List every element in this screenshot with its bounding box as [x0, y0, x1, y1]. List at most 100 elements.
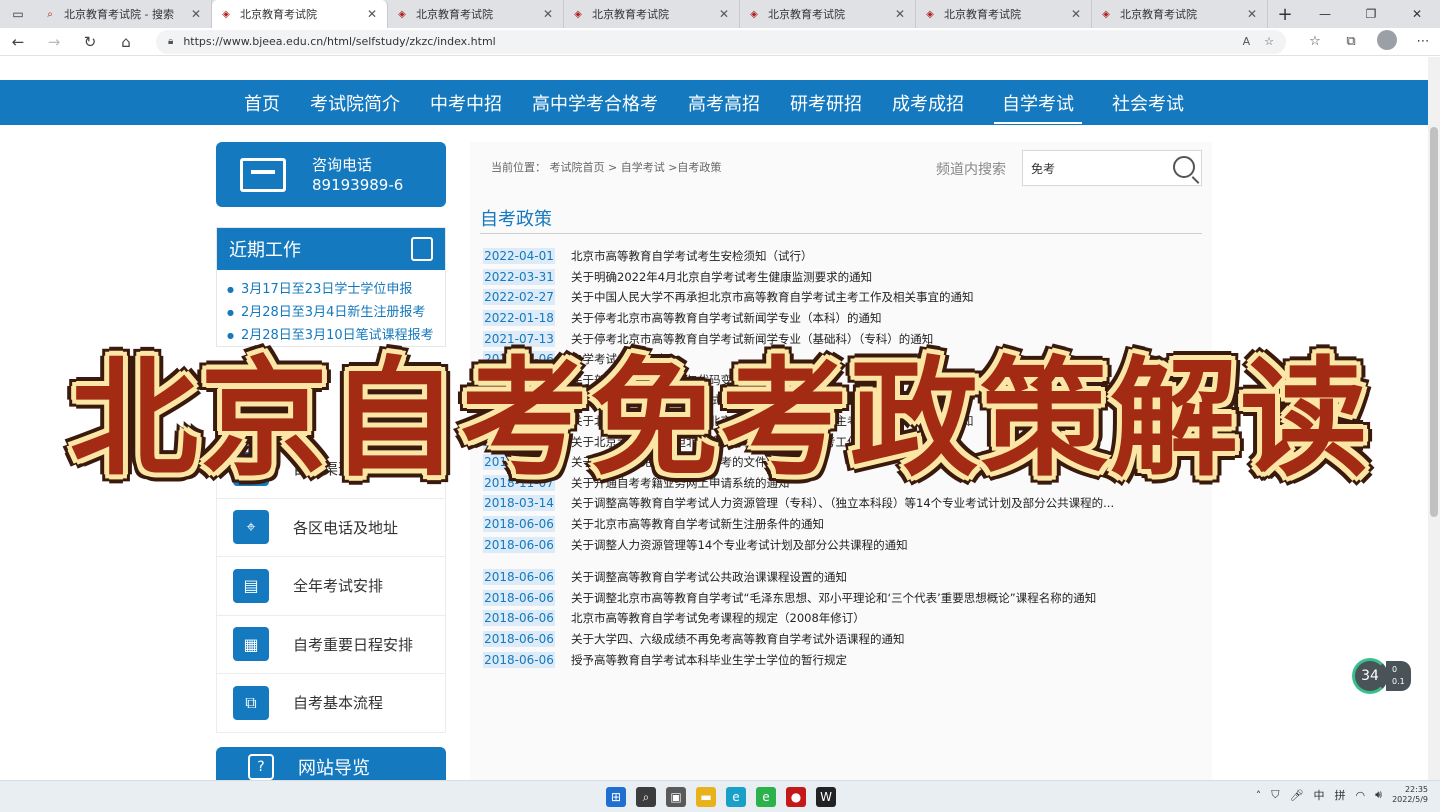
- browser-tab[interactable]: ◈ 北京教育考试院 ✕: [1092, 0, 1268, 28]
- nav-item[interactable]: 考试院简介: [310, 82, 400, 124]
- news-title-link[interactable]: 关于北京市高等教育自学考试新生注册条件的通知: [571, 516, 824, 532]
- news-row[interactable]: 2018-06-06 授予高等教育自学考试本科毕业生学士学位的暂行规定: [483, 649, 1203, 670]
- download-speed: 0.1: [1392, 677, 1405, 686]
- news-row[interactable]: 2018-06-06 关于北京市高等教育自学考试新生注册条件的通知: [483, 514, 1203, 535]
- task-view-icon[interactable]: ▣: [666, 787, 686, 807]
- tab-title: 北京教育考试院: [416, 8, 493, 21]
- news-title-link[interactable]: 授予高等教育自学考试本科毕业生学士学位的暂行规定: [571, 652, 847, 668]
- news-row[interactable]: 2022-02-27 关于中国人民大学不再承担北京市高等教育自学考试主考工作及相关…: [483, 287, 1203, 308]
- system-clock[interactable]: 22:35 2022/5/9: [1392, 785, 1428, 805]
- news-date: 2018-06-06: [483, 516, 555, 533]
- news-row[interactable]: 2018-06-06 关于大学四、六级成绩不再免考高等教育自学考试外语课程的通知: [483, 629, 1203, 650]
- nav-item[interactable]: 高考高招: [688, 82, 760, 124]
- close-tab-icon[interactable]: ✕: [189, 7, 203, 21]
- service-link[interactable]: ▦ 自考重要日程安排: [216, 615, 446, 674]
- tab-title: 北京教育考试院 - 搜索: [64, 8, 174, 21]
- close-tab-icon[interactable]: ✕: [893, 7, 907, 21]
- news-title-link[interactable]: 关于中国人民大学不再承担北京市高等教育自学考试主考工作及相关事宜的通知: [571, 289, 974, 305]
- service-label: 自考重要日程安排: [293, 635, 414, 654]
- news-row[interactable]: 2018-06-06 关于调整北京市高等教育自学考试“毛泽东思想、邓小平理论和‘三…: [483, 588, 1203, 609]
- back-icon[interactable]: ←: [0, 33, 36, 51]
- tab-actions-icon[interactable]: ▭: [0, 0, 36, 28]
- news-title-link[interactable]: 关于大学四、六级成绩不再免考高等教育自学考试外语课程的通知: [571, 631, 905, 647]
- shield-icon[interactable]: ⛉: [1271, 788, 1279, 802]
- forward-icon[interactable]: →: [36, 33, 72, 51]
- address-bar[interactable]: 🔒︎ https://www.bjeea.edu.cn/html/selfstu…: [156, 29, 1286, 54]
- news-row[interactable]: 2018-06-06 关于调整人力资源管理等14个专业考试计划及部分公共课程的通知: [483, 534, 1203, 555]
- close-tab-icon[interactable]: ✕: [717, 7, 731, 21]
- windows-start-icon[interactable]: ⊞: [606, 787, 626, 807]
- lock-icon[interactable]: 🔒︎: [168, 36, 173, 47]
- news-date: 2018-06-06: [483, 589, 555, 606]
- new-tab-button[interactable]: +: [1268, 0, 1302, 28]
- news-row[interactable]: 2022-03-31 关于明确2022年4月北京自学考试考生健康监测要求的通知: [483, 267, 1203, 288]
- news-date: 2022-02-27: [483, 289, 555, 306]
- browser-tab[interactable]: ◈ 北京教育考试院 ✕: [564, 0, 740, 28]
- nav-item[interactable]: 首页: [244, 82, 280, 124]
- news-title-link[interactable]: 北京市高等教育自学考试考生安检须知（试行）: [571, 248, 813, 264]
- wifi-icon[interactable]: ◠: [1356, 789, 1366, 802]
- close-tab-icon[interactable]: ✕: [365, 7, 379, 21]
- edge-browser-icon[interactable]: e: [726, 787, 746, 807]
- close-window-icon[interactable]: ✕: [1394, 0, 1440, 28]
- browser-tab[interactable]: ◈ 北京教育考试院 ✕: [740, 0, 916, 28]
- read-aloud-icon[interactable]: A: [1243, 35, 1251, 48]
- news-title-link[interactable]: 关于调整高等教育自学考试公共政治课课程设置的通知: [571, 569, 847, 585]
- channel-search-input[interactable]: [1031, 161, 1171, 175]
- browser-tab[interactable]: ⌕ 北京教育考试院 - 搜索 ✕: [36, 0, 212, 28]
- home-icon[interactable]: ⌂: [108, 33, 144, 51]
- more-menu-icon[interactable]: ⋯: [1412, 34, 1434, 49]
- browser-tab[interactable]: ◈ 北京教育考试院 ✕: [916, 0, 1092, 28]
- news-row[interactable]: 2018-06-06 关于调整高等教育自学考试公共政治课课程设置的通知: [483, 567, 1203, 588]
- news-title-link[interactable]: 关于调整北京市高等教育自学考试“毛泽东思想、邓小平理论和‘三个代表’重要思想概论…: [571, 590, 1096, 606]
- news-row[interactable]: 2022-04-01 北京市高等教育自学考试考生安检须知（试行）: [483, 246, 1203, 267]
- nav-item[interactable]: 自学考试: [994, 82, 1082, 124]
- close-tab-icon[interactable]: ✕: [1245, 7, 1259, 21]
- close-tab-icon[interactable]: ✕: [541, 7, 555, 21]
- mic-icon[interactable]: 🎤︎: [1290, 789, 1304, 802]
- ime-indicator[interactable]: 中: [1314, 787, 1325, 803]
- service-label: 全年考试安排: [293, 577, 384, 596]
- nav-item[interactable]: 中考中招: [430, 82, 502, 124]
- tray-chevron-icon[interactable]: ˄: [1256, 789, 1262, 802]
- video-app-icon[interactable]: W: [816, 787, 836, 807]
- news-title-link[interactable]: 北京市高等教育自学考试免考课程的规定（2008年修订）: [571, 610, 865, 626]
- browser-tab[interactable]: ◈ 北京教育考试院 ✕: [388, 0, 564, 28]
- close-tab-icon[interactable]: ✕: [1069, 7, 1083, 21]
- green-app-icon[interactable]: e: [756, 787, 776, 807]
- calendar-icon: ▦: [233, 627, 269, 662]
- site-logo-icon: ◈: [750, 8, 758, 20]
- tab-title: 北京教育考试院: [240, 8, 317, 21]
- news-row[interactable]: 2018-06-06 北京市高等教育自学考试免考课程的规定（2008年修订）: [483, 608, 1203, 629]
- url-text[interactable]: https://www.bjeea.edu.cn/html/selfstudy/…: [183, 35, 1228, 48]
- favorites-icon[interactable]: ☆: [1304, 34, 1326, 49]
- nav-item[interactable]: 社会考试: [1112, 82, 1184, 124]
- consult-phone: 89193989-6: [312, 175, 404, 194]
- service-link[interactable]: ▤ 全年考试安排: [216, 557, 446, 616]
- collections-icon[interactable]: ⧉: [1340, 34, 1362, 49]
- record-app-icon[interactable]: ●: [786, 787, 806, 807]
- search-taskbar-icon[interactable]: ⌕: [636, 787, 656, 807]
- volume-icon[interactable]: 🔊︎: [1375, 788, 1382, 802]
- add-favorite-icon[interactable]: ☆: [1264, 35, 1274, 48]
- browser-tab[interactable]: ◈ 北京教育考试院 ✕: [212, 0, 388, 28]
- recent-work-item[interactable]: 3月17日至23日学士学位申报: [227, 278, 445, 301]
- nav-item[interactable]: 高中学考合格考: [532, 82, 658, 124]
- search-icon[interactable]: [1173, 156, 1195, 178]
- minimize-icon[interactable]: —: [1302, 0, 1348, 28]
- ime-mode-indicator[interactable]: 拼: [1335, 787, 1346, 803]
- service-link[interactable]: ⧉ 自考基本流程: [216, 674, 446, 733]
- nav-item[interactable]: 研考研招: [790, 82, 862, 124]
- file-explorer-icon[interactable]: ▬: [696, 787, 716, 807]
- restore-icon[interactable]: ❐: [1348, 0, 1394, 28]
- profile-avatar[interactable]: [1376, 29, 1398, 54]
- tab-title: 北京教育考试院: [592, 8, 669, 21]
- news-title-link[interactable]: 关于调整人力资源管理等14个专业考试计划及部分公共课程的通知: [571, 537, 908, 553]
- network-speed-widget[interactable]: 34 0 0.1: [1352, 657, 1430, 695]
- nav-item[interactable]: 成考成招: [892, 82, 964, 124]
- news-title-link[interactable]: 关于明确2022年4月北京自学考试考生健康监测要求的通知: [571, 269, 872, 285]
- reload-icon[interactable]: ↻: [72, 33, 108, 51]
- channel-search-box: [1022, 150, 1202, 186]
- browser-tab-strip: ▭ ⌕ 北京教育考试院 - 搜索 ✕ ◈ 北京教育考试院 ✕ ◈ 北京教育考试院 ✕ ◈ 北京教育考…: [0, 0, 1440, 28]
- service-link[interactable]: ⌖ 各区电话及地址: [216, 498, 446, 557]
